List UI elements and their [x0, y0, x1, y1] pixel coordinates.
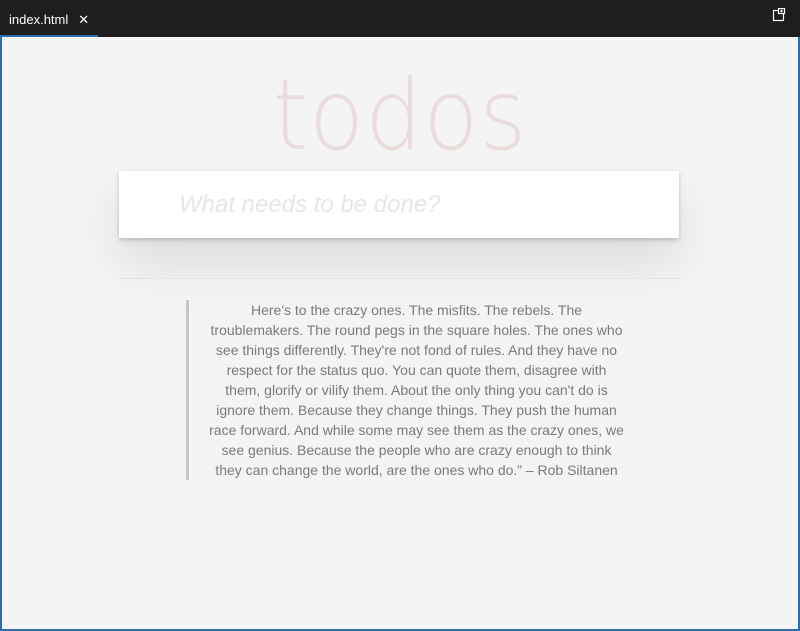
quote-text: Here's to the crazy ones. The misfits. T…: [209, 302, 624, 478]
active-tab-indicator: [0, 35, 98, 37]
tab-label: index.html: [9, 11, 69, 27]
quote-block: Here's to the crazy ones. The misfits. T…: [186, 300, 628, 480]
split-editor-icon[interactable]: [772, 8, 786, 22]
new-todo-container: [119, 171, 679, 238]
divider: [119, 278, 679, 279]
tab-index-html[interactable]: index.html ✕: [0, 0, 98, 37]
title-bar: index.html ✕: [0, 0, 800, 37]
editor-window: index.html ✕ todos Here's to the crazy o…: [0, 0, 800, 631]
app-title: todos: [272, 59, 528, 173]
new-todo-input[interactable]: [119, 171, 679, 238]
close-icon[interactable]: ✕: [78, 13, 89, 26]
